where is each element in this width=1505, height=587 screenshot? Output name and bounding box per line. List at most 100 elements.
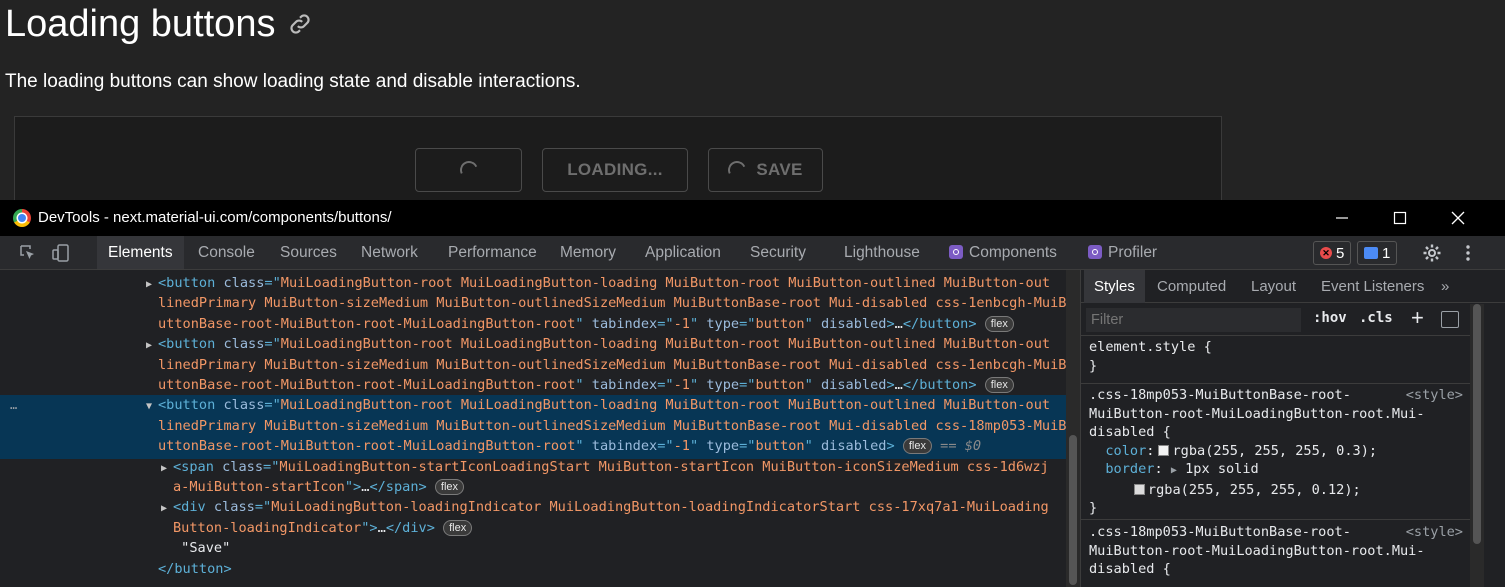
flex-badge[interactable]: flex [443, 519, 473, 536]
tab-console[interactable]: Console [187, 236, 266, 269]
tab-computed[interactable]: Computed [1147, 270, 1236, 303]
dom-node-row[interactable]: Button-loadingIndicator">…</div> flex [0, 518, 1066, 540]
dom-node-row[interactable]: </button> [0, 559, 1066, 581]
code-token: =" [263, 458, 280, 475]
new-style-rule-icon[interactable]: + [1411, 305, 1424, 331]
dom-node-row[interactable]: linedPrimary MuiButton-sizeMedium MuiBut… [0, 355, 1066, 377]
dom-node-row[interactable]: linedPrimary MuiButton-sizeMedium MuiBut… [0, 415, 1066, 439]
dom-node-row[interactable]: ▶ <div class="MuiLoadingButton-loadingInd… [0, 497, 1066, 519]
tab-sources[interactable]: Sources [269, 236, 348, 269]
code-token: =" [264, 336, 281, 353]
dom-node-row[interactable]: linedPrimary MuiButton-sizeMedium MuiBut… [0, 293, 1066, 315]
styles-tabs: Styles Computed Layout Event Listeners » [1081, 270, 1505, 303]
dom-node-row[interactable]: "Save" [0, 538, 1066, 560]
device-toolbar-icon[interactable] [51, 243, 71, 263]
code-token: tabindex [591, 377, 658, 393]
dom-node-row[interactable]: uttonBase-root-MuiButton-root-MuiLoading… [0, 314, 1066, 336]
maximize-icon[interactable] [1388, 206, 1412, 230]
elements-scrollbar[interactable] [1066, 270, 1080, 587]
more-tabs-icon[interactable]: » [1431, 270, 1459, 303]
css-rule[interactable]: <style> .css-18mp053-MuiButtonBase-root-… [1081, 386, 1471, 520]
dom-node-row[interactable]: ▶ <button class="MuiLoadingButton-root Mu… [0, 334, 1066, 356]
tab-memory[interactable]: Memory [549, 236, 627, 269]
dom-node-row[interactable]: a-MuiButton-startIcon">…</span> flex [0, 477, 1066, 499]
tab-components[interactable]: Components [938, 236, 1068, 269]
expand-triangle-icon[interactable]: ▶ [1171, 465, 1177, 476]
tab-layout[interactable]: Layout [1241, 270, 1306, 303]
elements-scroll-thumb[interactable] [1069, 435, 1077, 585]
border-declaration[interactable]: border: ▶ 1px solid [1089, 460, 1463, 481]
link-icon[interactable] [287, 11, 313, 37]
close-icon[interactable] [1446, 206, 1470, 230]
styles-scroll-thumb[interactable] [1473, 304, 1481, 544]
dom-node-row[interactable]: … ▼ <button class="MuiLoadingButton-root M… [0, 395, 1066, 418]
css-rule[interactable]: <style> .css-18mp053-MuiButtonBase-root-… [1081, 523, 1471, 579]
inspect-element-icon[interactable] [18, 243, 38, 263]
dom-node-row[interactable]: uttonBase-root-MuiButton-root-MuiLoading… [0, 436, 1066, 459]
code-token: a-MuiButton-startIcon [173, 479, 345, 495]
code-token: uttonBase-root-MuiButton-root-MuiLoading… [158, 438, 576, 455]
more-options-icon[interactable] [1458, 243, 1478, 263]
code-token: <span [173, 458, 223, 475]
tab-elements[interactable]: Elements [97, 236, 184, 269]
expand-triangle-icon[interactable]: ▶ [146, 336, 158, 356]
minimize-icon[interactable] [1330, 206, 1354, 230]
cls-toggle[interactable]: .cls [1359, 310, 1393, 326]
tab-styles[interactable]: Styles [1084, 270, 1145, 303]
dom-node-row[interactable]: ▶ <button class="MuiLoadingButton-root Mu… [0, 273, 1066, 295]
code-token: button [755, 438, 805, 455]
save-button[interactable]: SAVE [708, 148, 823, 192]
loading-button[interactable] [415, 148, 522, 192]
code-token: " [575, 377, 592, 393]
tab-security[interactable]: Security [739, 236, 817, 269]
settings-gear-icon[interactable] [1422, 243, 1442, 263]
loading-text-button[interactable]: LOADING... [542, 148, 688, 192]
node-menu-icon[interactable]: … [10, 395, 17, 415]
toggle-sidebar-icon[interactable] [1441, 311, 1459, 328]
flex-badge[interactable]: flex [902, 438, 932, 455]
code-token: " [804, 315, 821, 332]
element-style-rule[interactable]: element.style { } [1081, 338, 1471, 384]
styles-filter-input[interactable] [1086, 308, 1301, 332]
tab-network[interactable]: Network [350, 236, 429, 269]
hov-toggle[interactable]: :hov [1313, 310, 1347, 326]
dom-node-row[interactable]: ▶ <span class="MuiLoadingButton-startIcon… [0, 457, 1066, 479]
demo-box: LOADING... SAVE [14, 116, 1222, 206]
elements-tree[interactable]: ▶ <button class="MuiLoadingButton-root Mu… [0, 270, 1066, 587]
flex-badge[interactable]: flex [984, 315, 1014, 332]
expand-triangle-icon[interactable]: ▶ [161, 459, 173, 479]
react-icon [949, 245, 963, 259]
message-count-badge[interactable]: 1 [1357, 241, 1398, 265]
tab-profiler[interactable]: Profiler [1077, 236, 1168, 269]
error-count-badge[interactable]: ✕ 5 [1313, 241, 1352, 265]
tab-lighthouse[interactable]: Lighthouse [833, 236, 931, 269]
code-token: " [575, 315, 592, 332]
tab-application[interactable]: Application [634, 236, 732, 269]
expand-triangle-icon[interactable]: ▶ [146, 275, 158, 295]
code-token: =" [739, 315, 756, 332]
dom-node-row[interactable]: uttonBase-root-MuiButton-root-MuiLoading… [0, 375, 1066, 397]
collapse-triangle-icon[interactable]: ▼ [146, 397, 158, 417]
color-swatch-icon[interactable] [1158, 444, 1170, 456]
code-token: -1 [673, 377, 690, 393]
rule-source[interactable]: <style> [1406, 523, 1463, 542]
code-token: =" [739, 438, 756, 455]
tab-event-listeners[interactable]: Event Listeners [1311, 270, 1434, 303]
color-declaration[interactable]: color: rgba(255, 255, 255, 0.3); [1089, 442, 1463, 461]
rule-source[interactable]: <style> [1406, 386, 1463, 405]
code-token: <button [158, 275, 224, 291]
code-token: MuiLoadingButton-loadingIndicator MuiLoa… [271, 499, 1049, 516]
code-token: " [804, 377, 821, 393]
styles-scrollbar[interactable] [1470, 304, 1484, 587]
flex-badge[interactable]: flex [434, 479, 465, 495]
tab-performance[interactable]: Performance [437, 236, 548, 269]
flex-badge[interactable]: flex [984, 377, 1014, 393]
code-token: class [222, 458, 264, 475]
color-swatch-icon[interactable] [1133, 483, 1145, 495]
expand-triangle-icon[interactable]: ▶ [161, 499, 173, 519]
